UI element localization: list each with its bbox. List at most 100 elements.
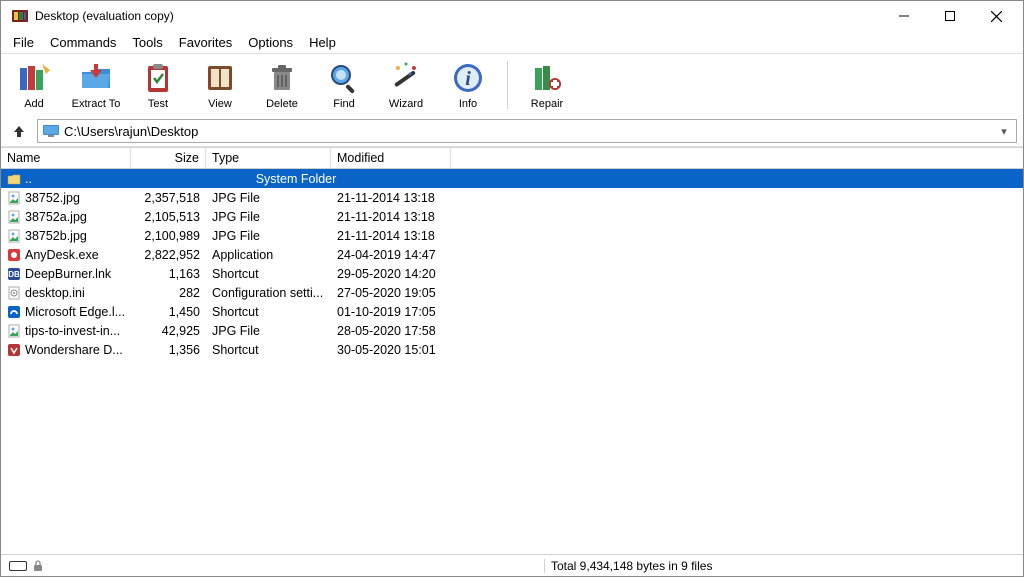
file-icon [7,324,21,338]
file-icon [7,248,21,262]
toolbar-wrap: Add Extract To Test View Delete Find [1,53,1023,147]
file-modified: 28-05-2020 17:58 [331,324,451,338]
monitor-icon [42,124,60,138]
file-icon: DB [7,267,21,281]
col-type[interactable]: Type [206,148,331,168]
toolbar: Add Extract To Test View Delete Find [1,54,1023,116]
file-modified: 01-10-2019 17:05 [331,305,451,319]
archive-books-icon [16,60,52,96]
toolbar-add[interactable]: Add [7,58,61,112]
menu-help[interactable]: Help [301,33,344,52]
file-type: Shortcut [206,267,331,281]
file-row[interactable]: Wondershare D...1,356Shortcut30-05-2020 … [1,340,1023,359]
file-icon [7,305,21,319]
file-size: 282 [131,286,206,300]
titlebar: Desktop (evaluation copy) [1,1,1023,31]
menu-commands[interactable]: Commands [42,33,124,52]
file-icon [7,286,21,300]
col-modified[interactable]: Modified [331,148,451,168]
file-row[interactable]: desktop.ini282Configuration setti...27-0… [1,283,1023,302]
toolbar-test-label: Test [148,98,168,110]
file-name: AnyDesk.exe [25,248,99,262]
file-type: Configuration setti... [206,286,331,300]
toolbar-wizard-label: Wizard [389,98,423,110]
folder-extract-icon [78,60,114,96]
menu-options[interactable]: Options [240,33,301,52]
toolbar-info[interactable]: i Info [441,58,495,112]
security-lock-icon [33,560,43,572]
window-title: Desktop (evaluation copy) [35,9,881,23]
file-row[interactable]: AnyDesk.exe2,822,952Application24-04-201… [1,245,1023,264]
file-type: JPG File [206,229,331,243]
toolbar-extract[interactable]: Extract To [69,58,123,112]
file-type: Shortcut [206,305,331,319]
col-size[interactable]: Size [131,148,206,168]
toolbar-extract-label: Extract To [72,98,121,110]
menu-tools[interactable]: Tools [124,33,170,52]
book-view-icon [202,60,238,96]
statusbar: Total 9,434,148 bytes in 9 files [1,554,1023,576]
status-text: Total 9,434,148 bytes in 9 files [544,559,1023,573]
file-type: Application [206,248,331,262]
path-text: C:\Users\rajun\Desktop [64,124,992,139]
toolbar-delete[interactable]: Delete [255,58,309,112]
file-name: 38752.jpg [25,191,80,205]
file-size: 2,357,518 [131,191,206,205]
menu-favorites[interactable]: Favorites [171,33,240,52]
magnifier-icon [326,60,362,96]
app-icon [11,7,29,25]
app-window: Desktop (evaluation copy) File Commands … [0,0,1024,577]
close-button[interactable] [973,1,1019,31]
info-icon: i [450,60,486,96]
toolbar-info-label: Info [459,98,477,110]
chevron-down-icon[interactable]: ▾ [996,125,1012,138]
file-row[interactable]: Microsoft Edge.l... 1,450Shortcut01-10-20… [1,302,1023,321]
toolbar-wizard[interactable]: Wizard [379,58,433,112]
trash-icon [264,60,300,96]
file-size: 42,925 [131,324,206,338]
maximize-button[interactable] [927,1,973,31]
file-modified: 21-11-2014 13:18 [331,210,451,224]
parent-folder-name: .. [25,172,32,186]
repair-icon [529,60,565,96]
disk-icon [9,561,27,571]
file-icon [7,191,21,205]
file-name: Microsoft Edge.l... [25,305,125,319]
toolbar-find[interactable]: Find [317,58,371,112]
file-size: 1,163 [131,267,206,281]
file-list[interactable]: .. System Folder 38752.jpg2,357,518JPG F… [1,169,1023,554]
up-button[interactable] [7,119,31,143]
toolbar-delete-label: Delete [266,98,298,110]
file-name: 38752b.jpg [25,229,87,243]
file-size: 1,450 [131,305,206,319]
col-name[interactable]: Name [1,148,131,168]
path-field[interactable]: C:\Users\rajun\Desktop ▾ [37,119,1017,143]
pathbar: C:\Users\rajun\Desktop ▾ [1,116,1023,146]
file-type: Shortcut [206,343,331,357]
toolbar-repair[interactable]: Repair [520,58,574,112]
file-row[interactable]: 38752b.jpg2,100,989JPG File21-11-2014 13… [1,226,1023,245]
toolbar-repair-label: Repair [531,98,563,110]
toolbar-find-label: Find [333,98,354,110]
file-modified: 21-11-2014 13:18 [331,191,451,205]
file-row[interactable]: tips-to-invest-in...42,925JPG File28-05-… [1,321,1023,340]
menubar: File Commands Tools Favorites Options He… [1,31,1023,53]
file-row[interactable]: 38752.jpg2,357,518JPG File21-11-2014 13:… [1,188,1023,207]
menu-file[interactable]: File [5,33,42,52]
toolbar-add-label: Add [24,98,44,110]
file-row[interactable]: DBDeepBurner.lnk1,163Shortcut29-05-2020 … [1,264,1023,283]
file-modified: 29-05-2020 14:20 [331,267,451,281]
file-modified: 21-11-2014 13:18 [331,229,451,243]
toolbar-separator [507,61,508,109]
file-name: Wondershare D... [25,343,123,357]
file-icon [7,343,21,357]
parent-folder-row[interactable]: .. System Folder [1,169,1023,188]
wand-icon [388,60,424,96]
folder-up-icon [7,172,21,186]
file-size: 2,105,513 [131,210,206,224]
toolbar-view[interactable]: View [193,58,247,112]
toolbar-test[interactable]: Test [131,58,185,112]
file-type: JPG File [206,210,331,224]
minimize-button[interactable] [881,1,927,31]
file-row[interactable]: 38752a.jpg2,105,513JPG File21-11-2014 13… [1,207,1023,226]
